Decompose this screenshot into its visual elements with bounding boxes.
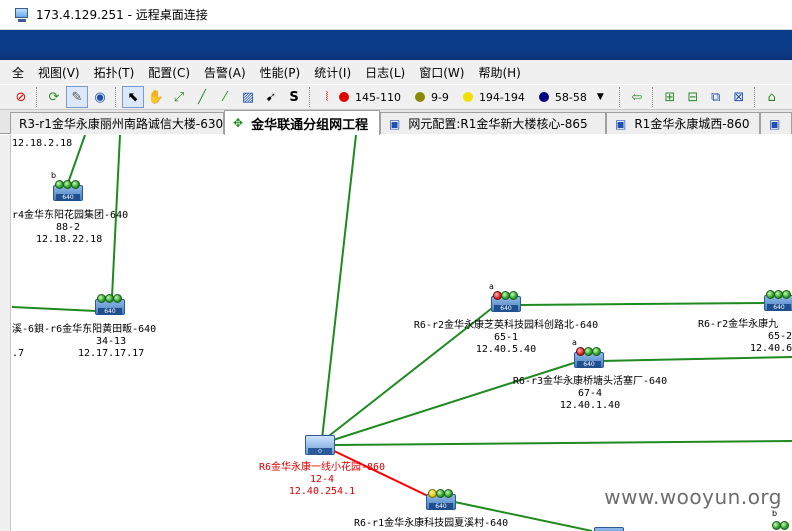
home-icon[interactable]: ⌂: [761, 86, 783, 108]
node-label: R6-r2金华永康九 65-2 12.40.6: [698, 319, 792, 354]
pen-icon[interactable]: ✎: [66, 86, 88, 108]
tab-strip: R3-r1金华永康丽州南路诚信大楼-630 ✥ 金华联通分组网工程 ▣ 网元配置…: [0, 110, 792, 135]
toolbar-separator: [618, 87, 623, 107]
ne-node-640[interactable]: 640: [764, 289, 792, 311]
tab-r3-r1-jinhua-yongkang[interactable]: R3-r1金华永康丽州南路诚信大楼-630: [10, 112, 224, 134]
tab-overflow[interactable]: ▣: [760, 112, 792, 134]
ne-add-icon[interactable]: ⊞: [659, 86, 681, 108]
led-green-icon: [592, 347, 601, 356]
ne-node-partial[interactable]: b: [770, 509, 792, 531]
menu-alarm[interactable]: 告警(A): [204, 64, 246, 81]
toolbar: ⊘ ⟳ ✎ ◉ ⬉ ✋ ⤢ ╱ ⁄ ▨ ➹ S ⦚ 145-110 9-9 19…: [0, 84, 792, 110]
watermark: www.wooyun.org: [604, 485, 782, 509]
toolbar-separator: [36, 87, 40, 107]
link-line[interactable]: [11, 306, 97, 312]
ne-window-icon: ▣: [389, 116, 401, 131]
menu-bar: 全 视图(V) 拓扑(T) 配置(C) 告警(A) 性能(P) 统计(I) 日志…: [0, 60, 792, 84]
node-label-alarm: R6金华永康一线小花园-860 12-4 12.40.254.1: [258, 462, 386, 497]
menu-window[interactable]: 窗口(W): [419, 64, 464, 81]
menu-performance[interactable]: 性能(P): [260, 64, 301, 81]
alarm-count-critical[interactable]: 145-110: [339, 91, 401, 104]
ne-node-640[interactable]: 640: [426, 488, 456, 510]
ne-copy-icon[interactable]: ⧉: [705, 86, 727, 108]
toolbar-separator: [753, 87, 758, 107]
back-icon[interactable]: ⇦: [626, 86, 648, 108]
led-green-icon: [780, 521, 789, 530]
select-pointer-icon[interactable]: ⬉: [122, 86, 144, 108]
alarm-count-minor[interactable]: 194-194: [462, 91, 525, 104]
toolbar-separator: [309, 87, 313, 107]
straight-line-icon[interactable]: ⁄: [214, 86, 236, 108]
app-titlebar: [0, 38, 792, 60]
ne-group-icon[interactable]: ⊟: [682, 86, 704, 108]
globe-icon[interactable]: ◉: [89, 86, 111, 108]
text-tool-icon[interactable]: S: [283, 86, 305, 108]
ne-node-640[interactable]: a 640: [572, 338, 604, 368]
remote-desktop-icon: [14, 7, 30, 23]
node-label: 12.18.2.18: [12, 138, 73, 149]
ne-node-partial[interactable]: [594, 525, 624, 531]
link-line[interactable]: [519, 302, 766, 306]
refresh-icon[interactable]: ⟳: [43, 86, 65, 108]
ne-window-icon: ▣: [615, 116, 627, 131]
toolbar-separator: [115, 87, 119, 107]
warning-dot-icon: [538, 92, 549, 102]
alarm-count-warning[interactable]: 58-58: [538, 91, 587, 104]
menu-topology[interactable]: 拓扑(T): [94, 64, 135, 81]
tab-ne-config-r1-jinhua-core[interactable]: ▣ 网元配置:R1金华新大楼核心-865: [380, 112, 606, 134]
remote-desktop-titlebar: 173.4.129.251 - 远程桌面连接: [0, 0, 792, 30]
node-label: 溪-6鋇-r6金华东阳黄田畈-640 34-13 .7 12.17.17.17: [12, 324, 157, 359]
led-green-icon: [509, 291, 518, 300]
minor-dot-icon: [462, 92, 473, 102]
ne-node-640[interactable]: b 640: [51, 171, 83, 201]
menu-statistics[interactable]: 统计(I): [314, 64, 351, 81]
ne-window-icon: ▣: [769, 116, 781, 131]
image-icon[interactable]: ▨: [237, 86, 259, 108]
major-dot-icon: [414, 92, 425, 102]
menu-help[interactable]: 帮助(H): [478, 64, 520, 81]
node-label: r4金华东阳花园集团-640 88-2 12.18.22.18: [12, 210, 129, 245]
topology-icon: ✥: [233, 116, 244, 130]
link-line[interactable]: [333, 440, 792, 446]
led-green-icon: [444, 489, 453, 498]
menu-file[interactable]: 全: [12, 64, 24, 81]
window-frame: [0, 30, 792, 38]
alarm-filter-icon[interactable]: ⦚: [316, 86, 338, 108]
stop-icon[interactable]: ⊘: [10, 86, 32, 108]
arrow-tool-icon[interactable]: ➹: [260, 86, 282, 108]
add-link-icon[interactable]: ⤢: [168, 86, 190, 108]
link-line[interactable]: [599, 356, 792, 362]
canvas-left-edge: [0, 135, 11, 531]
led-green-icon: [113, 294, 122, 303]
ne-delete-icon[interactable]: ⊠: [728, 86, 750, 108]
link-line[interactable]: [321, 135, 357, 440]
tab-jinhua-unicom-packet-network[interactable]: ✥ 金华联通分组网工程: [224, 110, 380, 135]
node-label: R6-r3金华永康桥塘头活塞厂-640 67-4 12.40.1.40: [512, 376, 668, 411]
device-icon: [594, 527, 624, 531]
tab-r1-jinhua-yongkang-west[interactable]: ▣ R1金华永康城西-860: [606, 112, 760, 134]
ne-node-640[interactable]: 640: [95, 293, 125, 315]
alarm-dropdown-icon[interactable]: ▼: [597, 92, 604, 102]
led-green-icon: [71, 180, 80, 189]
alarm-count-major[interactable]: 9-9: [414, 91, 449, 104]
node-label: R6-r1金华永康科技园夏溪村-640: [354, 518, 509, 529]
toolbar-separator: [651, 87, 656, 107]
led-green-icon: [782, 290, 791, 299]
ne-node-640[interactable]: a 640: [489, 282, 521, 312]
ne-node-860-core[interactable]: ⟐: [305, 433, 335, 455]
remote-desktop-title: 173.4.129.251 - 远程桌面连接: [36, 8, 208, 22]
critical-dot-icon: [339, 92, 349, 102]
draw-line-icon[interactable]: ╱: [191, 86, 213, 108]
topology-canvas[interactable]: 12.18.2.18 b 640 r4金华东阳花园集团-640 88-2 12.…: [0, 135, 792, 531]
menu-view[interactable]: 视图(V): [38, 64, 80, 81]
menu-log[interactable]: 日志(L): [365, 64, 405, 81]
hand-icon[interactable]: ✋: [145, 86, 167, 108]
menu-config[interactable]: 配置(C): [148, 64, 190, 81]
